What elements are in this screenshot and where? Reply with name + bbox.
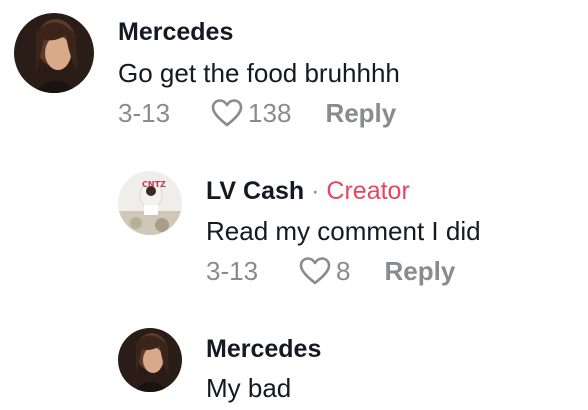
comment-date: 3-13 bbox=[118, 97, 171, 128]
avatar[interactable]: CNTZ bbox=[118, 171, 182, 235]
comment-username[interactable]: Mercedes bbox=[118, 17, 233, 47]
comment-meta: 3-13 138 Reply bbox=[118, 96, 396, 130]
comment-username[interactable]: LV Cash · Creator bbox=[206, 176, 410, 206]
comment-text: Read my comment I did bbox=[206, 216, 481, 246]
like-count: 8 bbox=[336, 255, 351, 286]
like-button[interactable]: 138 bbox=[210, 98, 291, 129]
comment-date: 3-13 bbox=[206, 255, 259, 286]
svg-text:CNTZ: CNTZ bbox=[142, 180, 166, 189]
comment-username[interactable]: Mercedes bbox=[206, 334, 321, 364]
avatar[interactable] bbox=[14, 13, 94, 93]
heart-icon bbox=[211, 99, 243, 127]
like-button[interactable]: 8 bbox=[298, 255, 351, 287]
comment-text: My bad bbox=[206, 373, 292, 403]
creator-badge: Creator bbox=[326, 177, 410, 205]
comment-text: Go get the food bruhhhh bbox=[118, 58, 400, 88]
avatar[interactable] bbox=[118, 328, 182, 392]
heart-icon bbox=[299, 257, 331, 285]
separator-dot: · bbox=[311, 177, 320, 205]
reply-button[interactable]: Reply bbox=[325, 98, 396, 129]
reply-button[interactable]: Reply bbox=[385, 256, 456, 287]
like-count: 138 bbox=[248, 97, 292, 128]
comment-meta: 3-13 8 Reply bbox=[206, 254, 455, 288]
